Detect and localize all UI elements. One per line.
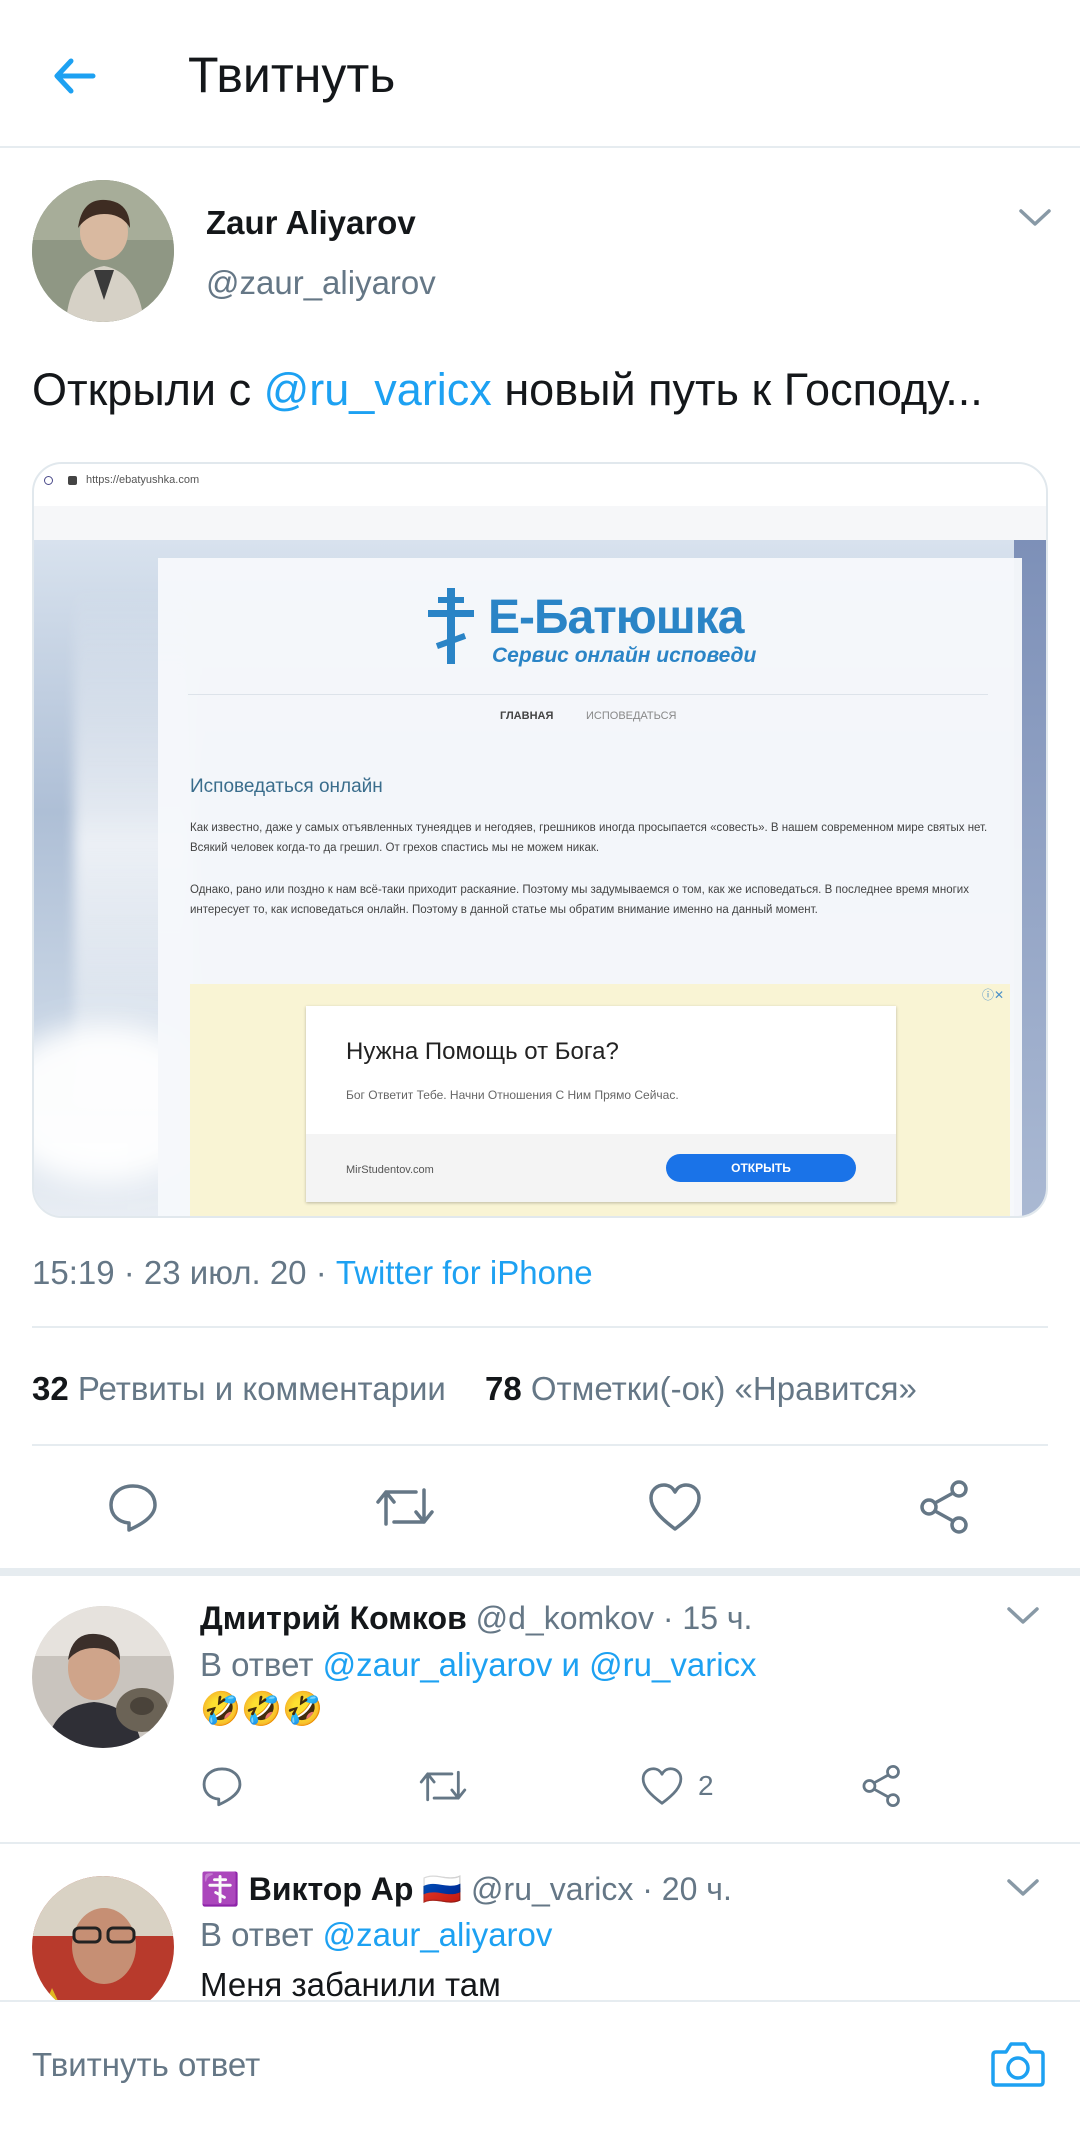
- retweet-icon: [376, 1488, 434, 1526]
- browser-url-bar: https://ebatyushka.com: [34, 464, 1046, 506]
- like-icon: [649, 1483, 701, 1531]
- reply-menu-button[interactable]: [1006, 1606, 1040, 1631]
- reply-button[interactable]: [98, 1472, 168, 1542]
- mention-link[interactable]: @ru_varicx: [264, 364, 492, 415]
- page-title: Твитнуть: [188, 47, 396, 103]
- reply-icon: [109, 1484, 157, 1532]
- avatar[interactable]: [32, 180, 174, 322]
- share-button[interactable]: [860, 1756, 904, 1816]
- site-name: Е-Батюшка: [488, 591, 744, 644]
- site-tagline: Сервис онлайн исповеди: [492, 644, 757, 667]
- reply-tweet[interactable]: ☦️ Виктор Ар 🇷🇺 @ru_varicx · 20 ч. В отв…: [0, 1844, 1080, 2000]
- site-nav-home: ГЛАВНАЯ: [500, 710, 554, 722]
- reply-handle[interactable]: @d_komkov · 15 ч.: [476, 1600, 753, 1636]
- reply-text: Меня забанили там: [200, 1966, 501, 2000]
- reply-to-link[interactable]: @zaur_aliyarov: [323, 1916, 553, 1953]
- divider: [32, 1444, 1048, 1446]
- ad-domain: MirStudentov.com: [346, 1164, 434, 1176]
- retweet-button[interactable]: [370, 1472, 440, 1542]
- tweet-text-part: новый путь к Господу...: [491, 364, 983, 415]
- reply-menu-button[interactable]: [1006, 1878, 1040, 1903]
- retweet-button[interactable]: [418, 1756, 468, 1816]
- chevron-down-icon: [1007, 1607, 1039, 1624]
- ad-title: Нужна Помощь от Бога?: [346, 1038, 619, 1065]
- site-paragraph: Однако, рано или поздно к нам всё-таки п…: [190, 884, 969, 916]
- reply-actions: 2: [200, 1756, 920, 1816]
- reply-author-badge: ☦️: [200, 1871, 249, 1907]
- site-logo: Е-Батюшка Сервис онлайн исповеди: [428, 588, 848, 668]
- section-divider: [0, 1568, 1080, 1576]
- reply-header: ☦️ Виктор Ар 🇷🇺 @ru_varicx · 20 ч.: [200, 1870, 732, 1908]
- site-ad: ⓘ✕ Нужна Помощь от Бога? Бог Ответит Теб…: [190, 984, 1010, 1216]
- tweet-timestamp: 15:19 · 23 июл. 20 · Twitter for iPhone: [32, 1254, 593, 1292]
- site-page: Е-Батюшка Сервис онлайн исповеди ГЛАВНАЯ…: [158, 558, 1022, 1216]
- tweet-text-part: Открыли с: [32, 364, 264, 415]
- ad-close-icon: ⓘ✕: [981, 988, 1004, 1002]
- site-paragraph: Как известно, даже у самых отъявленных т…: [190, 822, 988, 854]
- tweet-source-link[interactable]: Twitter for iPhone: [336, 1254, 593, 1291]
- retweet-label[interactable]: Ретвиты и комментарии: [78, 1370, 446, 1407]
- tweet-image[interactable]: https://ebatyushka.com Е-Батюшка Сервис …: [32, 462, 1048, 1218]
- flag-icon: 🇷🇺: [422, 1871, 463, 1907]
- divider: [188, 694, 988, 695]
- reply-prefix: В ответ: [200, 1646, 323, 1683]
- like-button[interactable]: 2: [640, 1756, 714, 1816]
- reply-prefix: В ответ: [200, 1916, 323, 1953]
- reply-composer[interactable]: Твитнуть ответ: [0, 2000, 1080, 2133]
- tweet-menu-button[interactable]: [1018, 208, 1052, 233]
- reply-to-link[interactable]: @zaur_aliyarov и @ru_varicx: [323, 1646, 757, 1683]
- reply-handle[interactable]: @ru_varicx · 20 ч.: [471, 1871, 732, 1907]
- top-bar: Твитнуть: [0, 0, 1080, 148]
- tweet-text: Открыли с @ru_varicx новый путь к Господ…: [32, 364, 983, 416]
- site-heading: Исповедаться онлайн: [190, 776, 383, 797]
- ad-footer: MirStudentov.com ОТКРЫТЬ: [306, 1134, 896, 1202]
- chevron-down-icon: [1019, 209, 1051, 226]
- reply-author-name[interactable]: Дмитрий Комков: [200, 1600, 467, 1636]
- share-icon: [862, 1764, 900, 1808]
- chevron-down-icon: [1007, 1879, 1039, 1896]
- site-nav-confess: ИСПОВЕДАТЬСЯ: [586, 710, 677, 722]
- tweet-author: Zaur Aliyarov @zaur_aliyarov: [32, 180, 1052, 330]
- back-button[interactable]: [44, 46, 104, 106]
- ad-subtitle: Бог Ответит Тебе. Начни Отношения С Ним …: [346, 1088, 679, 1102]
- retweet-icon: [419, 1770, 467, 1802]
- camera-icon: [991, 2042, 1045, 2087]
- share-button[interactable]: [910, 1472, 980, 1542]
- ad-open-button: ОТКРЫТЬ: [666, 1154, 856, 1182]
- reply-tweet[interactable]: Дмитрий Комков @d_komkov · 15 ч. В ответ…: [0, 1576, 1080, 1840]
- reply-text: 🤣🤣🤣: [200, 1690, 324, 1727]
- like-button[interactable]: [640, 1472, 710, 1542]
- retweet-count[interactable]: 32: [32, 1370, 69, 1407]
- reply-context: В ответ @zaur_aliyarov: [200, 1916, 552, 1954]
- author-handle[interactable]: @zaur_aliyarov: [206, 264, 436, 302]
- privacy-icon: [44, 476, 53, 485]
- avatar[interactable]: [32, 1876, 174, 2000]
- share-icon: [920, 1480, 968, 1534]
- cross-icon: [428, 588, 474, 664]
- reply-author-name[interactable]: Виктор Ар: [249, 1871, 414, 1907]
- like-count: 2: [698, 1770, 714, 1801]
- reply-button[interactable]: [200, 1756, 244, 1816]
- add-photo-button[interactable]: [990, 2038, 1046, 2095]
- reply-context: В ответ @zaur_aliyarov и @ru_varicx: [200, 1646, 757, 1684]
- ad-card: Нужна Помощь от Бога? Бог Ответит Тебе. …: [306, 1006, 896, 1202]
- divider: [32, 1326, 1048, 1328]
- tweet-stats: 32 Ретвиты и комментарии 78 Отметки(-ок)…: [32, 1370, 917, 1408]
- reply-header: Дмитрий Комков @d_komkov · 15 ч.: [200, 1600, 752, 1637]
- avatar[interactable]: [32, 1606, 174, 1748]
- back-arrow-icon: [54, 58, 96, 94]
- tweet-time: 15:19 · 23 июл. 20 ·: [32, 1254, 336, 1291]
- tweet-actions: [0, 1472, 1080, 1562]
- reply-input[interactable]: Твитнуть ответ: [32, 2046, 260, 2084]
- like-icon: [641, 1767, 683, 1805]
- lock-icon: [68, 476, 77, 485]
- like-count[interactable]: 78: [485, 1370, 522, 1407]
- browser-url: https://ebatyushka.com: [86, 474, 200, 486]
- like-label[interactable]: Отметки(-ок) «Нравится»: [531, 1370, 917, 1407]
- reply-icon: [202, 1767, 242, 1807]
- author-name[interactable]: Zaur Aliyarov: [206, 204, 416, 242]
